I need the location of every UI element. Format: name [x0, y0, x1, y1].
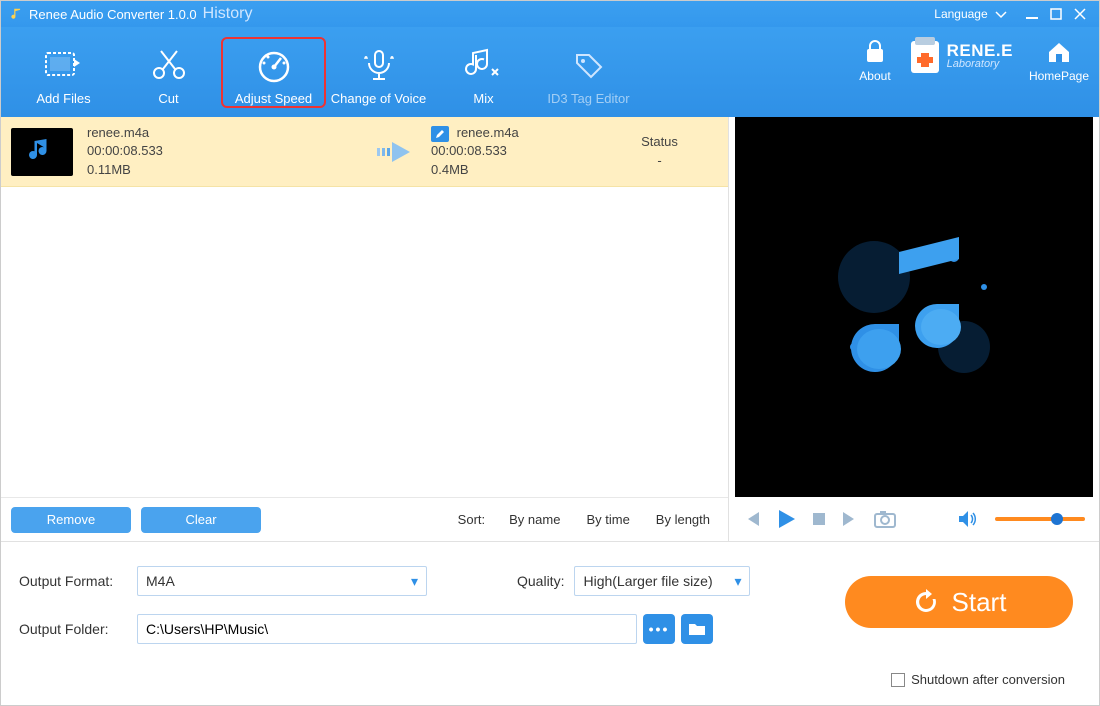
play-button[interactable] [775, 508, 797, 530]
volume-icon[interactable] [957, 510, 977, 528]
file-list: renee.m4a 00:00:08.533 0.11MB renee.m4a … [1, 117, 728, 497]
about-label: About [859, 69, 890, 83]
output-panel: Output Format: M4A ▾ Quality: High(Large… [1, 541, 1099, 705]
checkbox-icon [891, 673, 905, 687]
snapshot-button[interactable] [873, 509, 897, 529]
shutdown-label: Shutdown after conversion [911, 672, 1065, 687]
start-label: Start [952, 587, 1007, 618]
mix-icon [431, 45, 536, 85]
source-name: renee.m4a [87, 124, 367, 142]
toolbar-label: Cut [116, 91, 221, 106]
toolbar-label: ID3 Tag Editor [536, 91, 641, 106]
id3-tag-button: ID3 Tag Editor [536, 39, 641, 106]
start-button[interactable]: Start [845, 576, 1073, 628]
main-toolbar: Add Files Cut Adjust Speed Change of Voi… [1, 27, 1099, 117]
player-controls [729, 497, 1099, 541]
refresh-icon [912, 588, 940, 616]
add-files-button[interactable]: Add Files [11, 39, 116, 106]
file-panel: renee.m4a 00:00:08.533 0.11MB renee.m4a … [1, 117, 729, 541]
open-folder-button[interactable] [681, 614, 713, 644]
chevron-down-icon: ▾ [411, 573, 418, 590]
browse-button[interactable]: ••• [643, 614, 675, 644]
microphone-icon [326, 45, 431, 85]
adjust-speed-button[interactable]: Adjust Speed [221, 37, 326, 108]
next-button[interactable] [841, 510, 859, 528]
edit-icon [431, 126, 449, 142]
history-link[interactable]: History [203, 5, 253, 23]
toolbar-label: Change of Voice [326, 91, 431, 106]
cut-button[interactable]: Cut [116, 39, 221, 106]
maximize-button[interactable] [1045, 5, 1067, 23]
chevron-down-icon: ▾ [734, 573, 741, 590]
brand-sub: Laboratory [947, 59, 1013, 70]
prev-button[interactable] [743, 510, 761, 528]
file-thumbnail [11, 128, 73, 176]
list-footer: Remove Clear Sort: By name By time By le… [1, 497, 728, 541]
about-link[interactable]: About [859, 35, 890, 83]
quality-value: High(Larger file size) [583, 573, 712, 589]
change-voice-button[interactable]: Change of Voice [326, 39, 431, 106]
toolbar-label: Adjust Speed [223, 91, 324, 106]
remove-button[interactable]: Remove [11, 507, 131, 533]
source-size: 0.11MB [87, 161, 367, 179]
brand-name: RENE.E [947, 42, 1013, 59]
stop-button[interactable] [811, 511, 827, 527]
close-button[interactable] [1069, 5, 1091, 23]
sort-by-time[interactable]: By time [578, 512, 637, 527]
dest-duration: 00:00:08.533 [431, 142, 601, 160]
file-row[interactable]: renee.m4a 00:00:08.533 0.11MB renee.m4a … [1, 117, 728, 187]
quality-dropdown[interactable]: High(Larger file size) ▾ [574, 566, 750, 596]
shutdown-checkbox[interactable]: Shutdown after conversion [891, 672, 1065, 687]
output-format-dropdown[interactable]: M4A ▾ [137, 566, 427, 596]
main-area: renee.m4a 00:00:08.533 0.11MB renee.m4a … [1, 117, 1099, 541]
clear-button[interactable]: Clear [141, 507, 261, 533]
minimize-button[interactable] [1021, 5, 1043, 23]
toolbar-label: Mix [431, 91, 536, 106]
status-header: Status [601, 133, 718, 151]
volume-slider[interactable] [995, 517, 1085, 521]
dest-info: renee.m4a 00:00:08.533 0.4MB [431, 124, 601, 179]
language-label: Language [934, 7, 987, 21]
add-files-icon [11, 45, 116, 85]
scissors-icon [116, 45, 221, 85]
speedometer-icon [223, 45, 324, 85]
preview-panel [729, 117, 1099, 541]
output-folder-label: Output Folder: [19, 621, 137, 637]
status-col: Status - [601, 133, 718, 169]
toolbar-right: About RENE.E Laboratory HomePage [859, 35, 1089, 83]
sort-by-length[interactable]: By length [648, 512, 718, 527]
output-folder-input[interactable] [137, 614, 637, 644]
app-icon [9, 7, 23, 21]
mix-button[interactable]: Mix [431, 39, 536, 106]
sort-by-name[interactable]: By name [501, 512, 568, 527]
lock-icon [859, 35, 890, 69]
homepage-link[interactable]: HomePage [1029, 35, 1089, 83]
tag-icon [536, 45, 641, 85]
dest-name: renee.m4a [457, 125, 519, 140]
quality-label: Quality: [517, 573, 564, 589]
toolbar-label: Add Files [11, 91, 116, 106]
preview-area [735, 117, 1093, 497]
homepage-label: HomePage [1029, 69, 1089, 83]
arrow-icon [367, 138, 431, 166]
app-title: Renee Audio Converter 1.0.0 [29, 7, 197, 22]
output-format-label: Output Format: [19, 573, 137, 589]
output-format-value: M4A [146, 573, 175, 589]
language-dropdown[interactable]: Language [934, 7, 1013, 21]
title-bar: Renee Audio Converter 1.0.0 History Lang… [1, 1, 1099, 27]
sort-label: Sort: [458, 512, 485, 527]
dest-size: 0.4MB [431, 161, 601, 179]
brand-logo: RENE.E Laboratory [907, 35, 1013, 77]
home-icon [1029, 35, 1089, 69]
source-duration: 00:00:08.533 [87, 142, 367, 160]
status-value: - [601, 152, 718, 170]
source-info: renee.m4a 00:00:08.533 0.11MB [87, 124, 367, 179]
